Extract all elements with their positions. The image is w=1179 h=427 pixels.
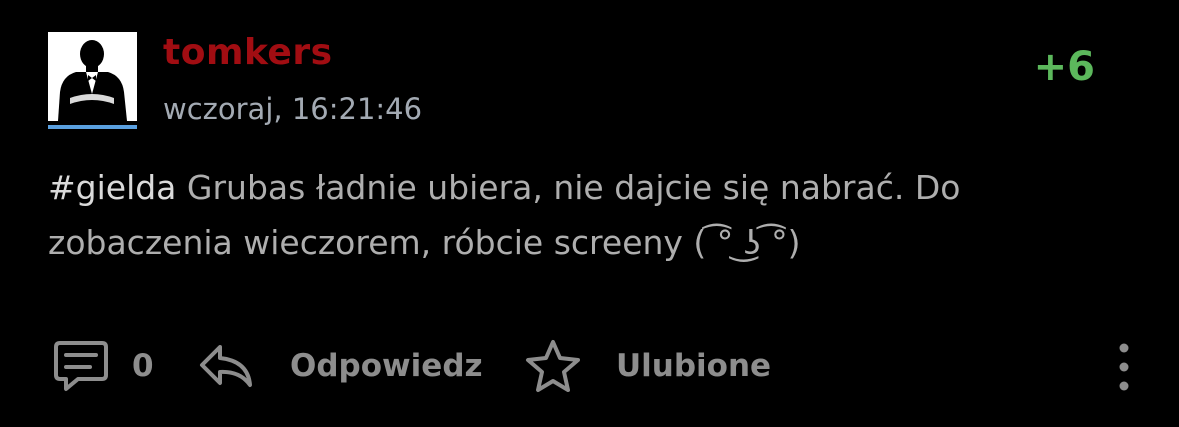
reply-button[interactable]: Odpowiedz (198, 336, 483, 396)
comments-count: 0 (132, 348, 154, 384)
vote-score[interactable]: +6 (1034, 44, 1095, 90)
star-icon (526, 340, 580, 392)
entry-text: Grubas ładnie ubiera, nie dajcie się nab… (48, 168, 961, 262)
avatar-gender-bar (48, 125, 137, 129)
author-name[interactable]: tomkers (163, 32, 333, 73)
avatar-container[interactable] (48, 32, 137, 129)
action-bar: 0 Odpowiedz Ulubione (0, 336, 1179, 396)
avatar[interactable] (48, 32, 137, 121)
favorite-label: Ulubione (616, 348, 772, 384)
entry-body: #gielda Grubas ładnie ubiera, nie dajcie… (48, 160, 1128, 270)
comment-icon (54, 341, 108, 391)
entry-timestamp[interactable]: wczoraj, 16:21:46 (163, 92, 422, 126)
entry-card: tomkers wczoraj, 16:21:46 +6 #gielda Gru… (0, 0, 1179, 427)
comments-button[interactable]: 0 (52, 336, 154, 396)
reply-label: Odpowiedz (290, 348, 483, 384)
more-options-button[interactable] (1108, 340, 1140, 394)
avatar-image (48, 32, 137, 121)
more-vertical-icon (1119, 343, 1129, 391)
favorite-button[interactable]: Ulubione (524, 336, 771, 396)
reply-icon (200, 345, 252, 387)
hashtag-link[interactable]: #gielda (48, 168, 176, 207)
